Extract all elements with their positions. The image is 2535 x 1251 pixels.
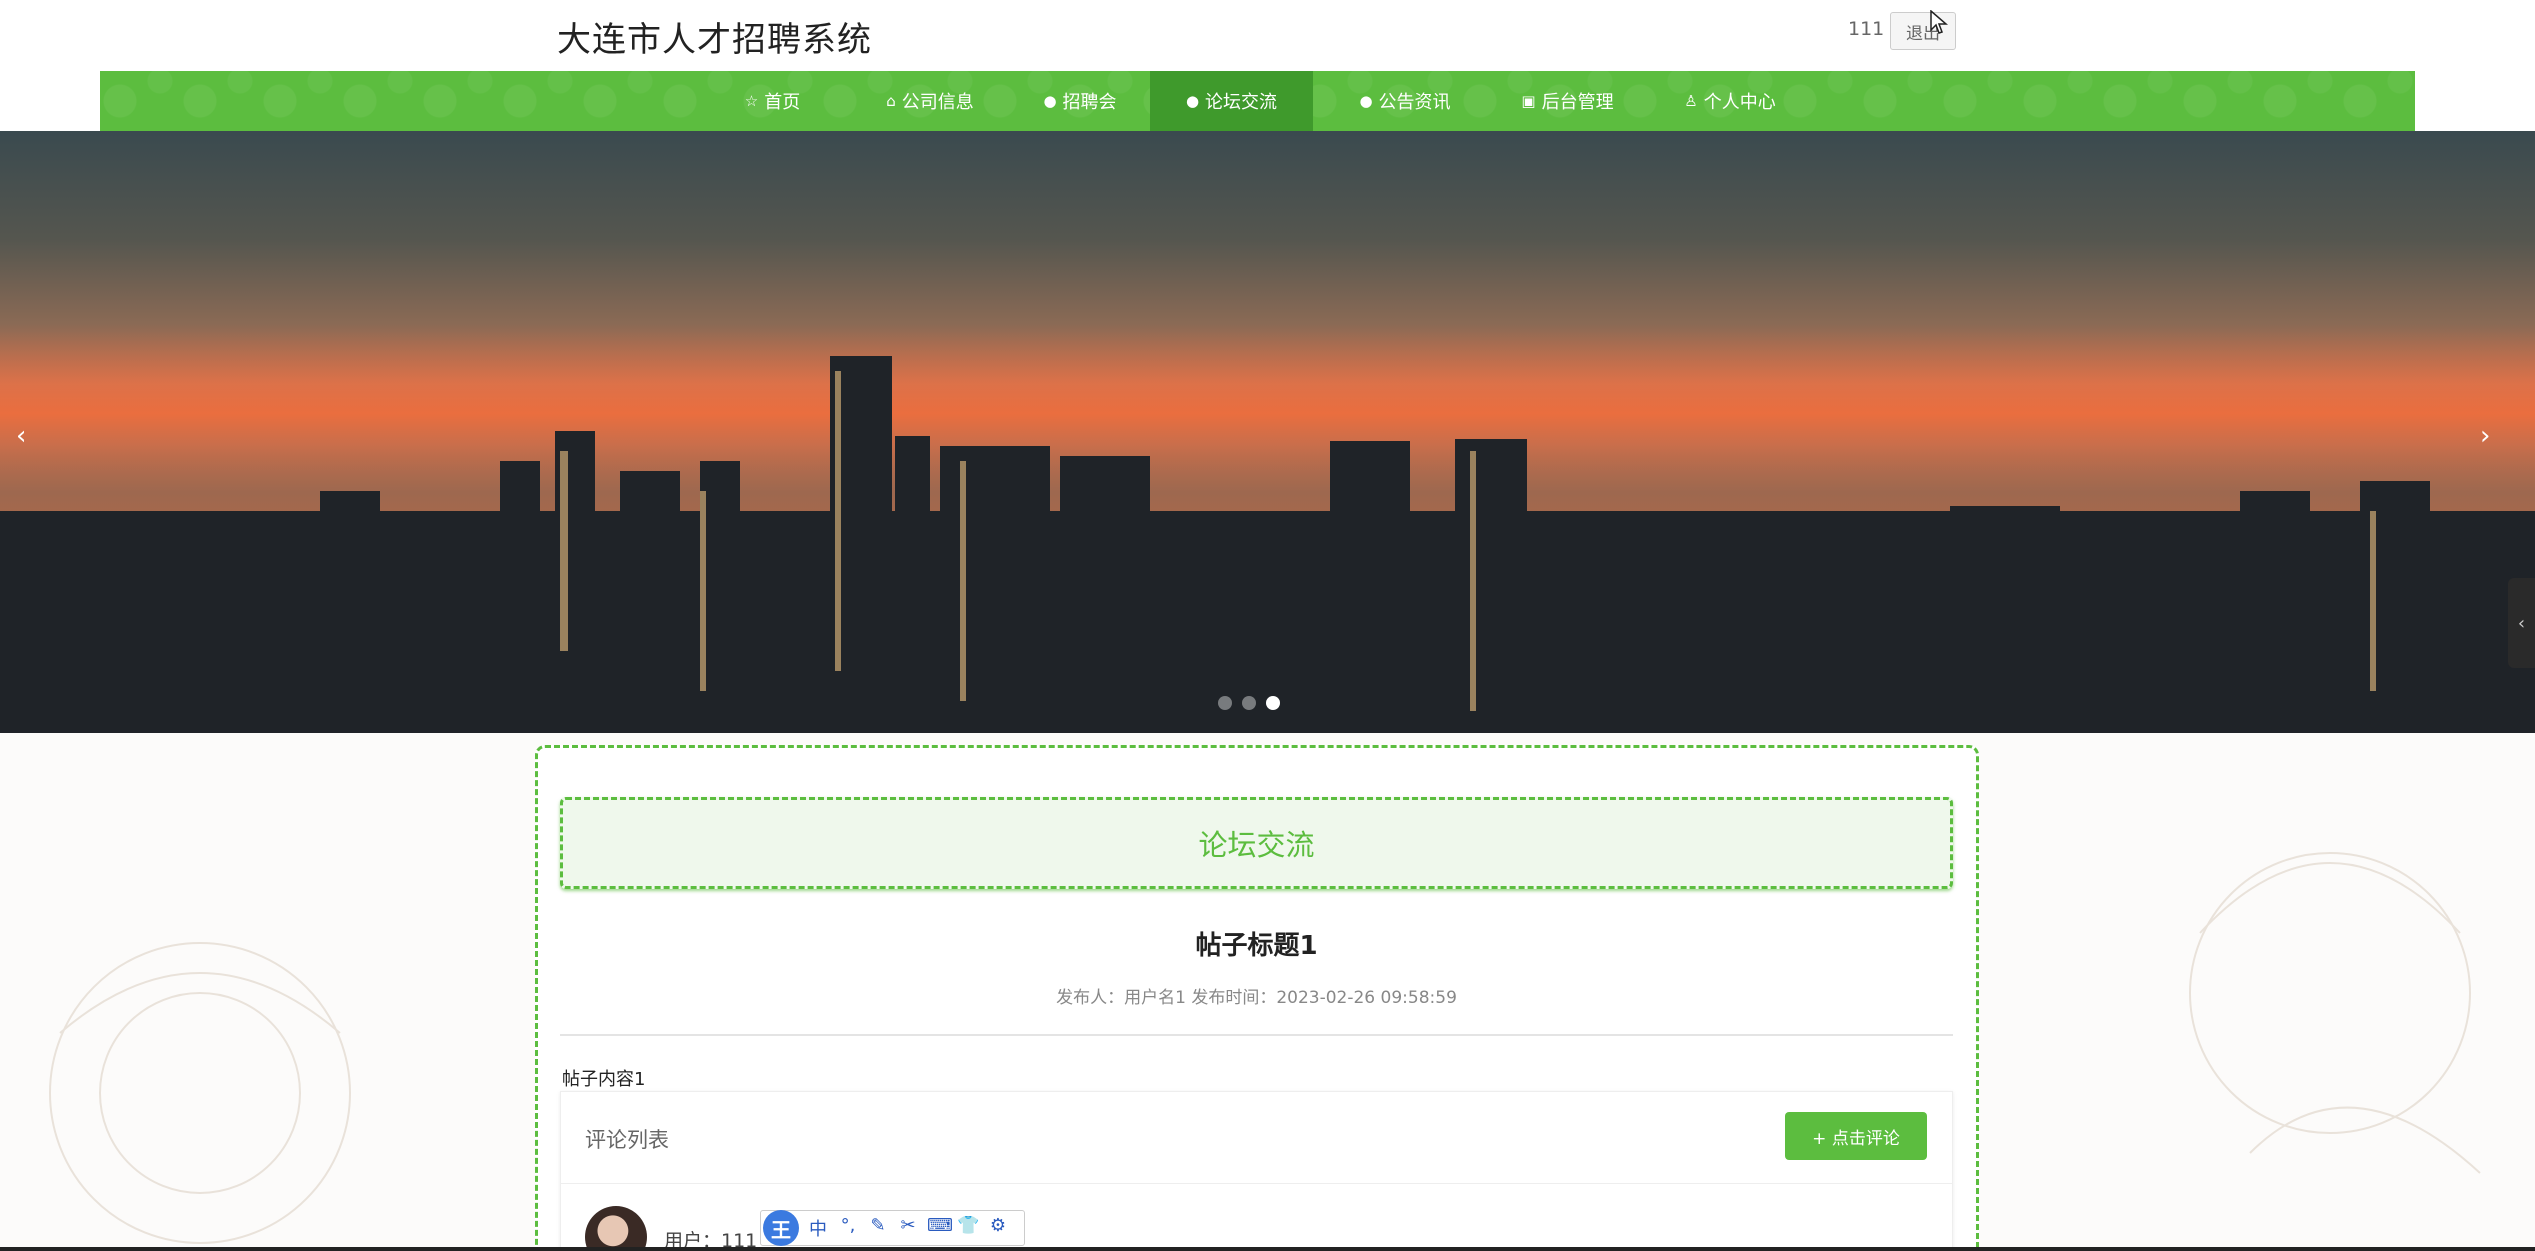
carousel-next-arrow-icon[interactable]: › <box>2480 421 2490 451</box>
ime-button-2-icon[interactable]: ✎ <box>867 1215 889 1241</box>
nav-item-label: 公告资讯 <box>1378 92 1451 113</box>
city-skyline-image <box>0 331 2535 733</box>
nav-item-0[interactable]: ☆ 首页 <box>700 71 845 131</box>
carousel-dot[interactable] <box>1242 696 1256 710</box>
ime-button-1-icon[interactable]: °, <box>837 1215 859 1241</box>
ime-toolbar: 王 中 °, ✎ ✂ ⌨ 👕 ⚙ <box>760 1210 1025 1246</box>
ime-button-3-icon[interactable]: ✂ <box>897 1215 919 1241</box>
nav-item-label: 论坛交流 <box>1205 92 1278 113</box>
comment-list-title: 评论列表 <box>585 1128 669 1152</box>
main-navigation: ☆ 首页 ⌂ 公司信息 ● 招聘会 ● 论坛交流 ● 公告资讯 ▣ 后台管理 ♙ 个人中心 <box>100 71 2415 131</box>
nav-item-label: 个人中心 <box>1703 92 1776 113</box>
nav-item-1[interactable]: ⌂ 公司信息 <box>850 71 1010 131</box>
ime-button-5-icon[interactable]: 👕 <box>957 1215 979 1241</box>
info-icon: ● <box>1185 92 1200 110</box>
mouse-cursor-icon <box>1930 10 1948 34</box>
add-comment-button[interactable]: + 点击评论 <box>1785 1112 1927 1160</box>
carousel-dot[interactable] <box>1266 696 1280 710</box>
top-header: 大连市人才招聘系统 111 退出 <box>0 0 2535 71</box>
divider <box>560 1034 1953 1036</box>
hero-banner-carousel[interactable]: ‹ › <box>0 131 2535 733</box>
nav-item-3[interactable]: ● 论坛交流 <box>1150 71 1313 131</box>
site-title: 大连市人才招聘系统 <box>557 20 872 60</box>
ime-button-0-icon[interactable]: 中 <box>807 1215 829 1241</box>
person-icon: ♙ <box>1684 92 1698 110</box>
bag-icon: ⌂ <box>886 92 896 110</box>
current-username: 111 <box>1848 18 1885 40</box>
briefcase-icon: ▣ <box>1521 92 1536 110</box>
nav-item-label: 后台管理 <box>1541 92 1614 113</box>
carousel-prev-arrow-icon[interactable]: ‹ <box>16 421 26 451</box>
info-icon: ● <box>1043 92 1057 110</box>
ime-button-4-icon[interactable]: ⌨ <box>927 1215 953 1241</box>
post-content: 帖子内容1 <box>562 1069 646 1090</box>
carousel-dot[interactable] <box>1218 696 1232 710</box>
section-title: 论坛交流 <box>560 797 1953 889</box>
side-panel-toggle[interactable]: ‹ <box>2508 578 2535 668</box>
nav-item-5[interactable]: ▣ 后台管理 <box>1485 71 1650 131</box>
star-icon: ☆ <box>744 92 759 110</box>
ime-button-6-icon[interactable]: ⚙ <box>987 1215 1009 1241</box>
nav-item-4[interactable]: ● 公告资讯 <box>1325 71 1485 131</box>
post-meta: 发布人：用户名1 发布时间：2023-02-26 09:58:59 <box>1056 988 1457 1008</box>
nav-item-label: 公司信息 <box>901 92 974 113</box>
taskbar-edge <box>0 1247 2535 1251</box>
nav-item-6[interactable]: ♙ 个人中心 <box>1650 71 1810 131</box>
divider <box>561 1183 1952 1184</box>
nav-item-2[interactable]: ● 招聘会 <box>1010 71 1150 131</box>
nav-item-label: 首页 <box>764 92 801 113</box>
ime-logo-icon[interactable]: 王 <box>763 1210 799 1246</box>
carousel-indicators <box>1218 696 1280 710</box>
info-icon: ● <box>1359 92 1373 110</box>
post-title: 帖子标题1 <box>1195 931 1318 961</box>
nav-item-label: 招聘会 <box>1062 92 1117 113</box>
